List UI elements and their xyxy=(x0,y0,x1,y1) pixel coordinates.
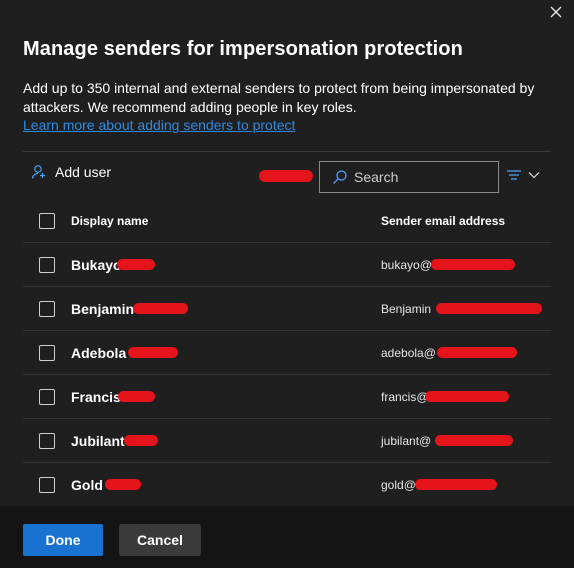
table-row[interactable]: Francis francis@ xyxy=(23,375,551,419)
redacted-mark xyxy=(124,435,158,446)
add-user-icon xyxy=(31,165,45,179)
row-checkbox[interactable] xyxy=(39,256,55,273)
table-row[interactable]: Bukayo bukayo@ xyxy=(23,243,551,287)
redacted-mark xyxy=(117,259,155,270)
redacted-mark xyxy=(437,347,517,358)
row-checkbox[interactable] xyxy=(39,432,55,449)
redacted-mark xyxy=(436,303,542,314)
sender-email: bukayo@ xyxy=(381,257,432,272)
row-checkbox[interactable] xyxy=(39,344,55,361)
sender-email: gold@ xyxy=(381,477,416,492)
cancel-button[interactable]: Cancel xyxy=(119,524,201,556)
sender-email: Benjamin xyxy=(381,301,432,316)
table-row[interactable]: Adebola adebola@ xyxy=(23,331,551,375)
redacted-mark xyxy=(105,479,141,490)
redacted-mark xyxy=(425,391,509,402)
display-name: Francis xyxy=(71,388,121,405)
dialog-description: Add up to 350 internal and external send… xyxy=(23,80,535,115)
close-button[interactable] xyxy=(546,2,566,22)
search-icon xyxy=(333,170,347,184)
redacted-mark xyxy=(435,435,513,446)
add-user-button[interactable]: Add user xyxy=(31,164,111,180)
table-row[interactable]: Gold gold@ xyxy=(23,463,551,507)
row-checkbox[interactable] xyxy=(39,476,55,493)
table-row[interactable]: Jubilant jubilant@ xyxy=(23,419,551,463)
display-name: Jubilant xyxy=(71,432,125,449)
dialog-footer: Done Cancel xyxy=(0,506,574,568)
column-sender-email[interactable]: Sender email address xyxy=(381,214,505,228)
table-header: Display name Sender email address xyxy=(23,200,551,243)
sender-email: adebola@ xyxy=(381,345,436,360)
toolbar-divider xyxy=(23,151,551,152)
redacted-mark xyxy=(128,347,178,358)
sender-email: jubilant@ xyxy=(381,433,432,448)
select-all-checkbox[interactable] xyxy=(39,213,55,229)
search-field[interactable] xyxy=(319,161,499,193)
redacted-mark xyxy=(133,303,188,314)
display-name: Gold xyxy=(71,476,103,493)
redacted-mark xyxy=(259,170,313,182)
sender-email: francis@ xyxy=(381,389,429,404)
learn-more-link[interactable]: Learn more about adding senders to prote… xyxy=(23,117,295,133)
row-checkbox[interactable] xyxy=(39,300,55,317)
table-row[interactable]: Benjamin Benjamin xyxy=(23,287,551,331)
display-name: Benjamin xyxy=(71,300,135,317)
redacted-mark xyxy=(431,259,515,270)
column-display-name[interactable]: Display name xyxy=(71,214,148,228)
row-checkbox[interactable] xyxy=(39,388,55,405)
close-icon xyxy=(550,6,562,18)
dialog-title: Manage senders for impersonation protect… xyxy=(23,38,463,60)
display-name: Bukayo xyxy=(71,256,122,273)
redacted-mark xyxy=(118,391,155,402)
chevron-down-icon xyxy=(528,172,540,179)
add-user-label: Add user xyxy=(55,164,112,180)
display-name: Adebola xyxy=(71,344,127,361)
filter-list-icon xyxy=(507,170,521,180)
senders-table: Display name Sender email address Bukayo… xyxy=(23,200,551,507)
filter-button[interactable] xyxy=(506,165,546,185)
redacted-mark xyxy=(415,479,497,490)
search-input[interactable] xyxy=(354,169,494,185)
done-button[interactable]: Done xyxy=(23,524,103,556)
